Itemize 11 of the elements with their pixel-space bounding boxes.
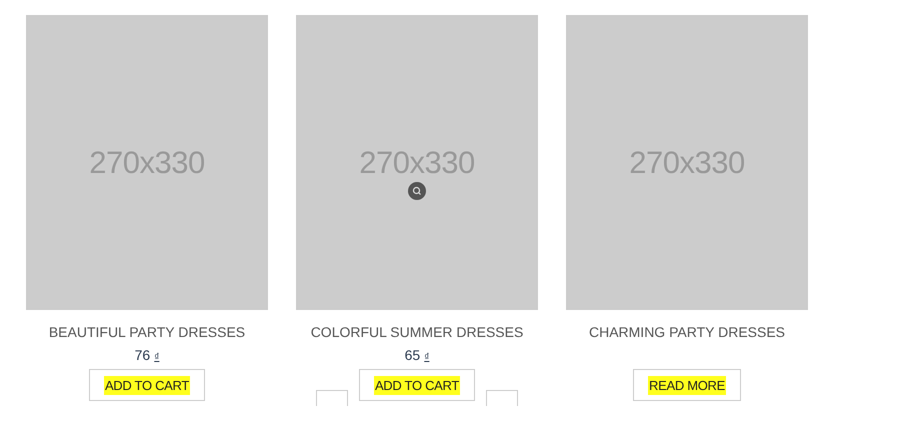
cart-button[interactable]: ADD TO CART (88, 369, 206, 401)
product-title[interactable]: COLORFUL SUMMER DRESSES (310, 324, 524, 341)
cart-button[interactable]: READ MORE (632, 369, 742, 401)
currency-symbol: ₫ (424, 352, 430, 363)
currency-symbol: ₫ (154, 352, 160, 363)
cart-button[interactable]: ADD TO CART (358, 369, 476, 401)
product-price: 65 (404, 347, 420, 363)
search-icon[interactable] (408, 182, 426, 200)
product-title[interactable]: BEAUTIFUL PARTY DRESSES (48, 324, 246, 341)
product-title[interactable]: CHARMING PARTY DRESSES (588, 324, 786, 341)
product-price: 76 (134, 347, 150, 363)
